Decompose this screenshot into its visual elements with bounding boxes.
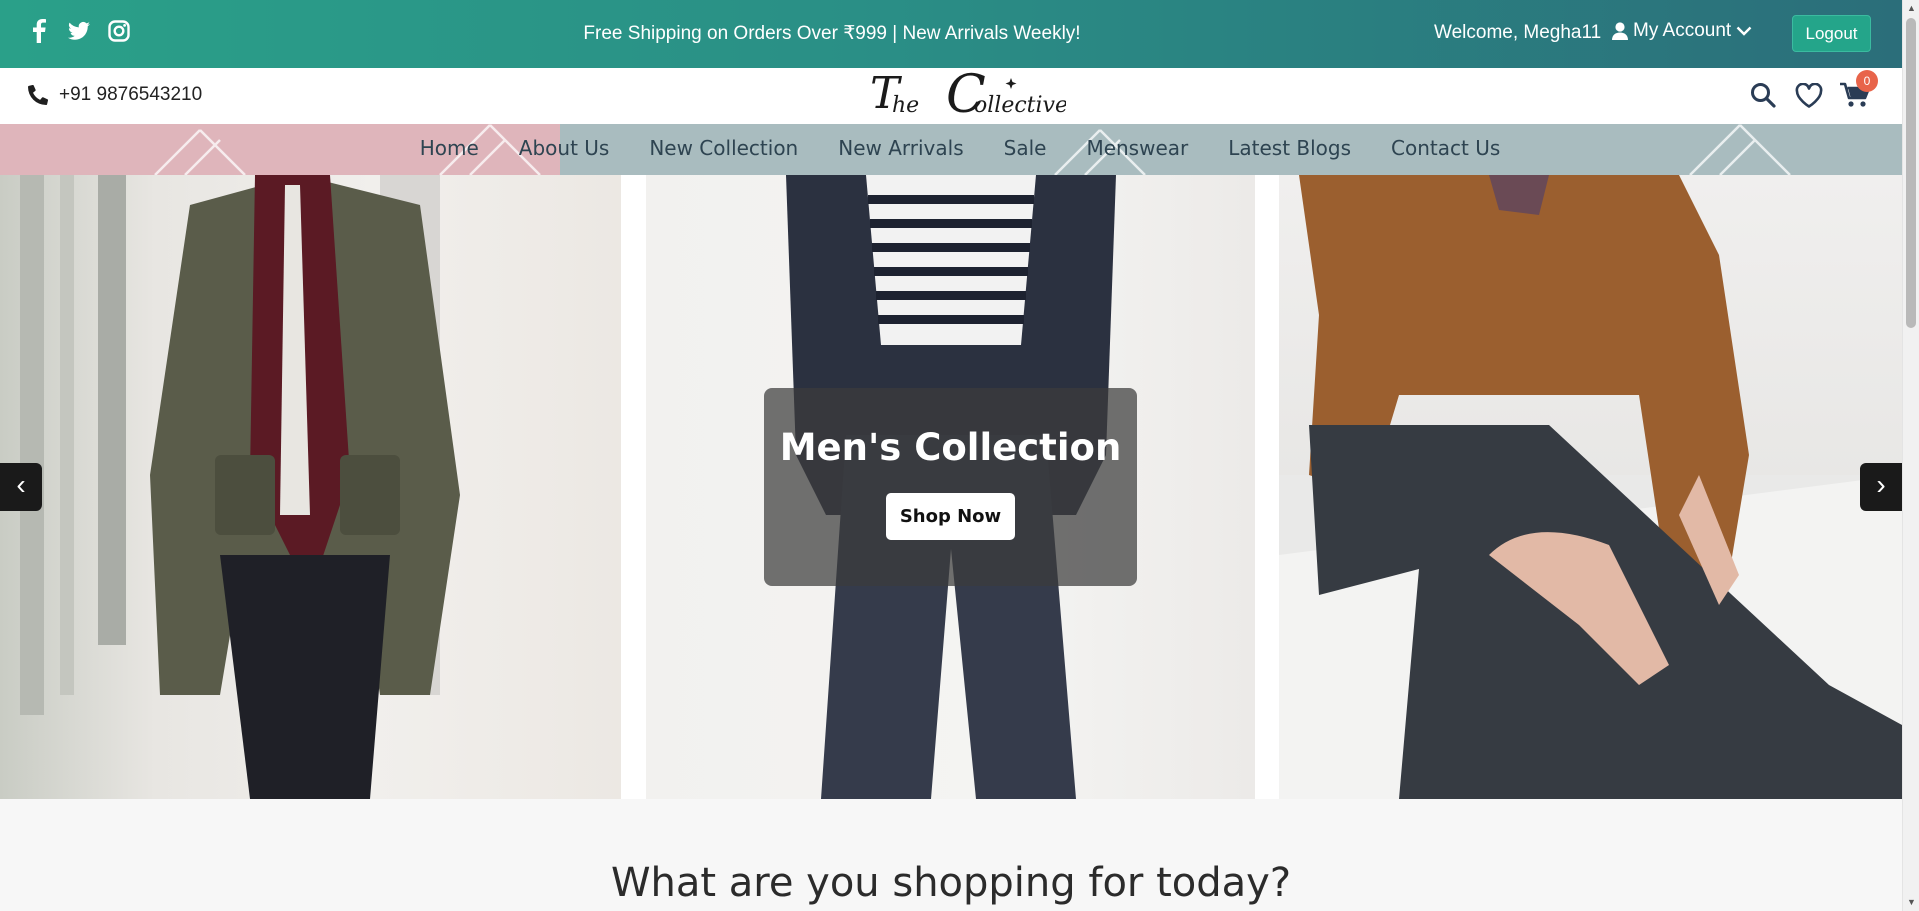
cart-count-badge: 0 bbox=[1856, 70, 1878, 92]
hero-overlay: Men's Collection Shop Now bbox=[764, 388, 1137, 586]
phone-contact[interactable]: +91 9876543210 bbox=[28, 84, 202, 106]
nav-item-home[interactable]: Home bbox=[420, 136, 479, 160]
scroll-down-arrow-icon[interactable]: ▼ bbox=[1903, 894, 1919, 911]
header-actions: 0 bbox=[1748, 70, 1878, 110]
scroll-thumb[interactable] bbox=[1906, 18, 1916, 328]
nav-item-sale[interactable]: Sale bbox=[1004, 136, 1047, 160]
nav-item-new-arrivals[interactable]: New Arrivals bbox=[838, 136, 963, 160]
heart-icon[interactable] bbox=[1794, 80, 1824, 110]
hero-carousel: Men's Collection Shop Now ‹ › bbox=[0, 175, 1902, 799]
nav-item-menswear[interactable]: Menswear bbox=[1086, 136, 1188, 160]
my-account-menu[interactable]: My Account bbox=[1612, 20, 1752, 42]
logo-graphic: T he C ollective bbox=[870, 65, 1068, 125]
chevron-down-icon bbox=[1736, 26, 1752, 36]
vertical-scrollbar[interactable]: ▲ ▼ bbox=[1902, 0, 1919, 911]
cart-icon[interactable]: 0 bbox=[1840, 70, 1878, 110]
shop-now-button[interactable]: Shop Now bbox=[886, 493, 1015, 540]
carousel-prev-button[interactable]: ‹ bbox=[0, 463, 42, 511]
svg-text:he: he bbox=[892, 93, 919, 118]
main-nav: Home About Us New Collection New Arrival… bbox=[0, 124, 1902, 175]
viewport: Free Shipping on Orders Over ₹999 | New … bbox=[0, 0, 1902, 911]
page: Free Shipping on Orders Over ₹999 | New … bbox=[0, 0, 1919, 911]
site-logo[interactable]: T he C ollective bbox=[866, 65, 1068, 125]
logout-button[interactable]: Logout bbox=[1792, 15, 1871, 52]
scroll-up-arrow-icon[interactable]: ▲ bbox=[1903, 0, 1919, 17]
nav-items: Home About Us New Collection New Arrival… bbox=[0, 136, 1902, 160]
search-icon[interactable] bbox=[1748, 80, 1778, 110]
user-icon bbox=[1612, 22, 1628, 40]
man-in-olive-jacket-illustration bbox=[20, 175, 460, 799]
nav-item-about-us[interactable]: About Us bbox=[519, 136, 610, 160]
hero-image-right bbox=[1279, 175, 1902, 799]
my-account-label: My Account bbox=[1633, 20, 1732, 41]
svg-text:ollective: ollective bbox=[974, 93, 1066, 118]
welcome-text: Welcome, Megha11 bbox=[1434, 22, 1602, 43]
phone-icon bbox=[28, 85, 48, 105]
section-heading: What are you shopping for today? bbox=[610, 860, 1292, 906]
nav-item-new-collection[interactable]: New Collection bbox=[649, 136, 798, 160]
carousel-next-button[interactable]: › bbox=[1860, 463, 1902, 511]
hero-title: Men's Collection bbox=[779, 426, 1122, 469]
header: +91 9876543210 T he C ollective 0 bbox=[0, 65, 1902, 125]
nav-item-latest-blogs[interactable]: Latest Blogs bbox=[1228, 136, 1351, 160]
man-in-knit-sweater-illustration bbox=[1279, 175, 1902, 799]
top-bar: Free Shipping on Orders Over ₹999 | New … bbox=[0, 0, 1902, 68]
hero-image-left bbox=[0, 175, 621, 799]
nav-item-contact-us[interactable]: Contact Us bbox=[1391, 136, 1500, 160]
phone-number: +91 9876543210 bbox=[59, 84, 203, 105]
promo-text: Free Shipping on Orders Over ₹999 | New … bbox=[583, 23, 1081, 44]
